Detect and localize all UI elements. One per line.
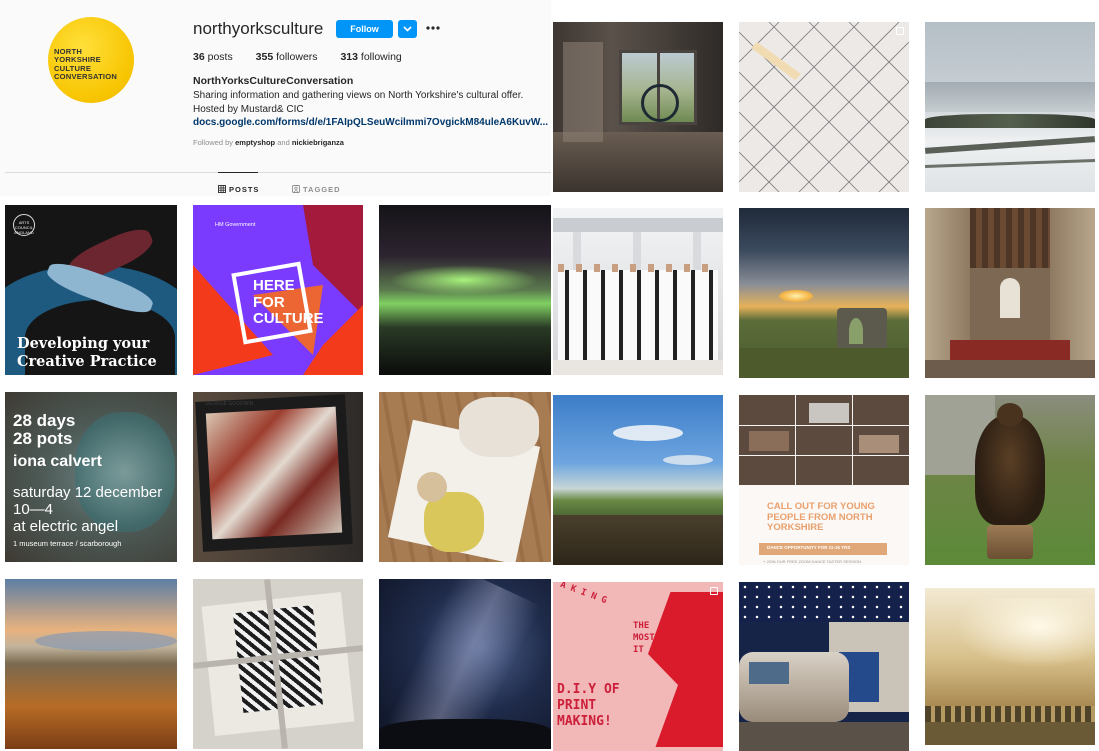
callout-subtitle: DANCE OPPORTUNITY FOR 11-16 YRS — [767, 545, 851, 550]
post-viaduct-sunrays[interactable] — [925, 588, 1095, 745]
post-sunset-ruins[interactable] — [739, 208, 909, 378]
post-notebook-artwork[interactable]: GEORGE GOODWIN — [193, 392, 363, 562]
profile-bio: Sharing information and gathering views … — [193, 90, 524, 115]
diy-title: D.I.Y OF PRINT MAKING! — [557, 682, 620, 729]
more-options-icon[interactable] — [425, 23, 441, 33]
hm-government-label: HM Government — [215, 222, 256, 228]
post-developing-creative-practice[interactable]: ARTS COUNCIL ENGLAND Developing your Cre… — [5, 205, 177, 375]
post-kids-drawing[interactable] — [379, 392, 551, 562]
active-tab-indicator — [218, 172, 258, 173]
diy-making-text: A K I N G — [558, 582, 609, 607]
post-aurora[interactable] — [379, 205, 551, 375]
pots-artist: iona calvert — [13, 453, 102, 470]
notebook-label: GEORGE GOODWIN — [205, 401, 254, 407]
multiple-images-icon — [710, 587, 718, 595]
profile-header: NORTH YORKSHIRE CULTURE CONVERSATION nor… — [0, 0, 551, 196]
post-camper-van[interactable] — [739, 582, 909, 751]
post-call-out-young-people[interactable]: CALL OUT FOR YOUNG PEOPLE FROM NORTH YOR… — [739, 395, 909, 565]
followed-by-user-2[interactable]: nickiebriganza — [292, 138, 344, 147]
callout-footer: + JOIN OUR FREE ZOOM DANCE TASTER SESSIO… — [763, 559, 861, 564]
post-diamond-drawing[interactable] — [739, 22, 909, 192]
arts-council-badge: ARTS COUNCIL ENGLAND — [13, 214, 35, 236]
diamond-grid-drawing — [739, 22, 909, 192]
post-28-days-28-pots[interactable]: 28 days 28 pots iona calvert saturday 12… — [5, 392, 177, 562]
tagged-icon — [292, 185, 300, 193]
avatar-logo-text: NORTH YORKSHIRE CULTURE CONVERSATION — [54, 47, 118, 82]
chevron-down-icon — [403, 26, 412, 32]
profile-link[interactable]: docs.google.com/forms/d/e/1FAIpQLSeuWcil… — [193, 117, 551, 128]
post-milky-way[interactable] — [379, 579, 551, 749]
post-eagle[interactable] — [925, 395, 1095, 565]
pots-date: saturday 12 december 10—4 at electric an… — [13, 484, 163, 535]
pots-title: 28 days 28 pots — [13, 411, 76, 448]
post-sunset-valley[interactable] — [5, 579, 177, 749]
post-snowy-hills[interactable] — [925, 22, 1095, 192]
suggested-accounts-button[interactable] — [398, 20, 417, 38]
pots-address: 1 museum terrace / scarborough — [13, 539, 122, 548]
multiple-images-icon — [896, 27, 904, 35]
followers-count[interactable]: 355 followers — [256, 51, 318, 63]
post-cathedral-nave[interactable] — [925, 208, 1095, 378]
follow-button[interactable]: Follow — [336, 20, 393, 38]
tabs-divider — [5, 172, 551, 173]
profile-stats: 36 posts 355 followers 313 following — [193, 51, 422, 63]
profile-avatar[interactable]: NORTH YORKSHIRE CULTURE CONVERSATION — [48, 17, 134, 103]
tab-tagged[interactable]: TAGGED — [292, 184, 341, 194]
post-diy-print-making[interactable]: A K I N G THE MOST IT D.I.Y OF PRINT MAK… — [553, 582, 723, 751]
diy-most-text: THE MOST IT — [633, 621, 655, 655]
followed-by: Followed by emptyshop and nickiebriganza — [193, 138, 344, 147]
following-count[interactable]: 313 following — [340, 51, 401, 63]
post-moorland-sky[interactable] — [553, 395, 723, 565]
grid-icon — [218, 185, 226, 193]
here-for-culture-text: HERE FOR CULTURE — [253, 277, 324, 327]
posts-count: 36 posts — [193, 51, 233, 63]
post-orchestra[interactable] — [553, 208, 723, 375]
profile-full-name: NorthYorksCultureConversation — [193, 75, 354, 87]
post-gift-wrapped[interactable] — [193, 579, 363, 749]
profile-username: northyorksculture — [193, 19, 324, 38]
followed-by-user-1[interactable]: emptyshop — [235, 138, 275, 147]
tab-posts[interactable]: POSTS — [218, 184, 259, 194]
post-interior-window[interactable] — [553, 22, 723, 192]
developing-tile-text: Developing your Creative Practice — [17, 335, 157, 370]
callout-title: CALL OUT FOR YOUNG PEOPLE FROM NORTH YOR… — [767, 501, 875, 533]
post-here-for-culture[interactable]: HM Government HERE FOR CULTURE — [193, 205, 363, 375]
